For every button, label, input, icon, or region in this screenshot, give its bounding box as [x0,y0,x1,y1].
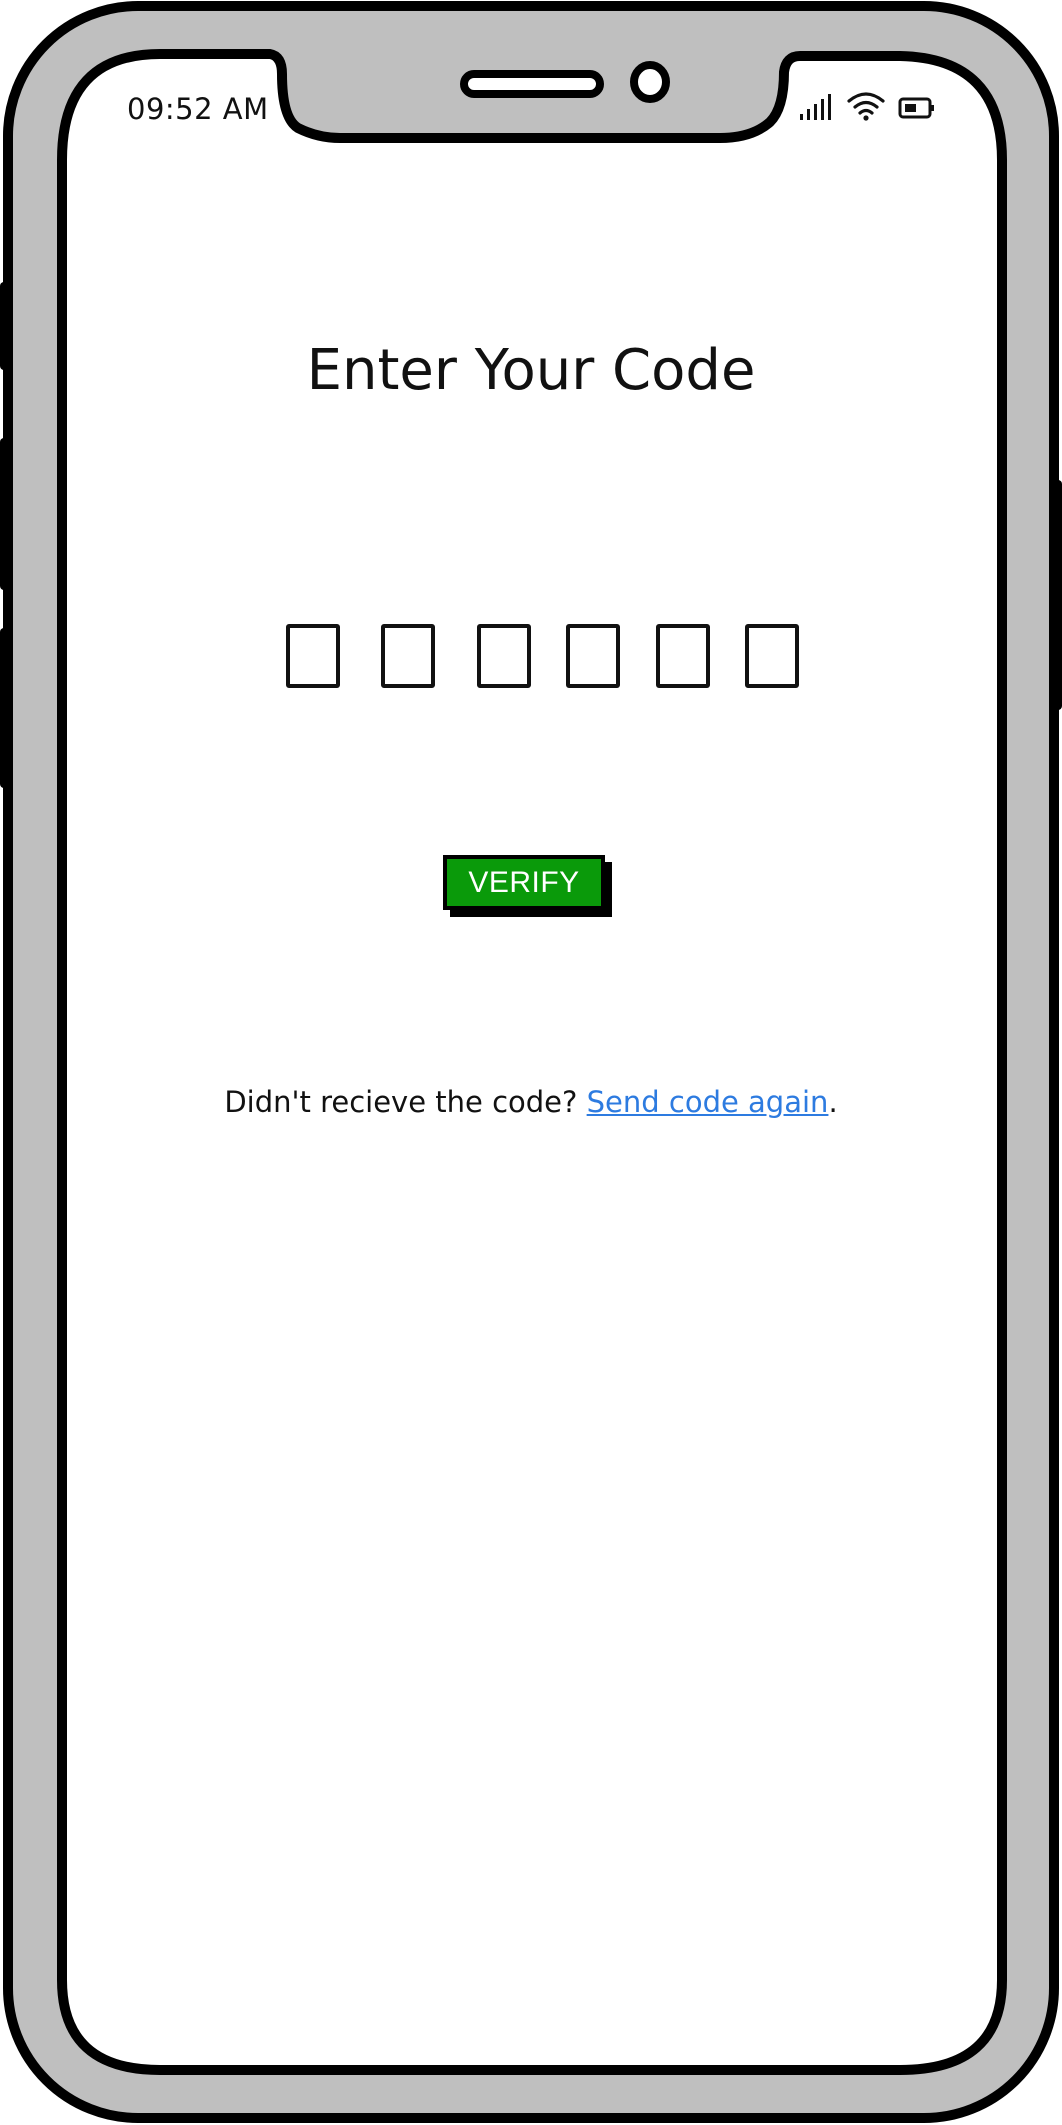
signal-icon [800,94,831,120]
resend-code-link[interactable]: Send code again [587,1085,829,1119]
page-title: Enter Your Code [306,337,756,403]
code-input-group [283,624,803,694]
code-digit-4[interactable] [566,624,620,688]
resend-text: Didn't recieve the code? Send code again… [0,1085,1062,1119]
status-icons [798,90,938,130]
resend-suffix: . [828,1085,838,1119]
phone-device: 09:52 AM Enter Your Code VERIFY Didn't r… [0,0,1062,2125]
verify-button-wrapper: VERIFY [443,855,613,917]
phone-frame [0,1,1062,2123]
code-digit-1[interactable] [286,624,340,688]
battery-icon [898,97,934,119]
code-digit-6[interactable] [745,624,799,688]
status-time: 09:52 AM [127,92,269,126]
wifi-icon [847,92,885,121]
verify-button[interactable]: VERIFY [443,855,605,910]
code-digit-3[interactable] [477,624,531,688]
code-digit-5[interactable] [656,624,710,688]
resend-prompt: Didn't recieve the code? [224,1085,587,1119]
code-digit-2[interactable] [381,624,435,688]
